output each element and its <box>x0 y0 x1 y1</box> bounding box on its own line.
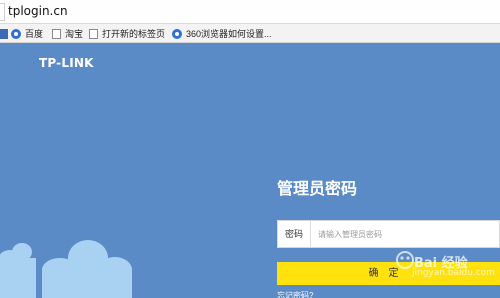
bookmark-menu-icon <box>0 28 8 39</box>
cloud-large-body <box>42 268 132 298</box>
password-field[interactable]: 密码 <box>277 220 500 248</box>
bookmark-label: 百度 <box>25 29 44 39</box>
password-label: 密码 <box>278 221 311 247</box>
watermark-subtext: jingyan.baidu.com <box>412 268 496 278</box>
bookmark-taobao[interactable]: 淘宝 <box>52 24 83 43</box>
bookmark-label: 360浏览器如何设置... <box>186 29 272 39</box>
tp-link-logo: TP-LINK <box>39 56 94 70</box>
bookmark-new-tab[interactable]: 打开新的标签页 <box>89 24 165 43</box>
forgot-password-link[interactable]: 忘记密码? <box>277 290 313 298</box>
bookmark-label: 淘宝 <box>65 29 84 39</box>
url-text[interactable]: tplogin.cn <box>8 4 68 18</box>
bookmarks-bar: 百度 淘宝 打开新的标签页 360浏览器如何设置... <box>0 24 500 43</box>
page-title: 管理员密码 <box>277 179 358 198</box>
bookmark-baidu[interactable]: 百度 <box>11 24 43 43</box>
address-bar-edge <box>0 3 5 21</box>
bookmark-360-howto[interactable]: 360浏览器如何设置... <box>172 24 272 43</box>
address-bar[interactable]: tplogin.cn <box>0 0 500 24</box>
password-input[interactable] <box>312 221 498 247</box>
cloud-small-body <box>0 258 36 298</box>
baidu-paw-icon <box>11 28 21 39</box>
document-icon <box>89 28 98 39</box>
bookmark-label: 打开新的标签页 <box>102 29 166 39</box>
cloud-illustration <box>0 240 132 298</box>
document-icon <box>52 28 61 39</box>
paw-icon <box>172 28 182 39</box>
